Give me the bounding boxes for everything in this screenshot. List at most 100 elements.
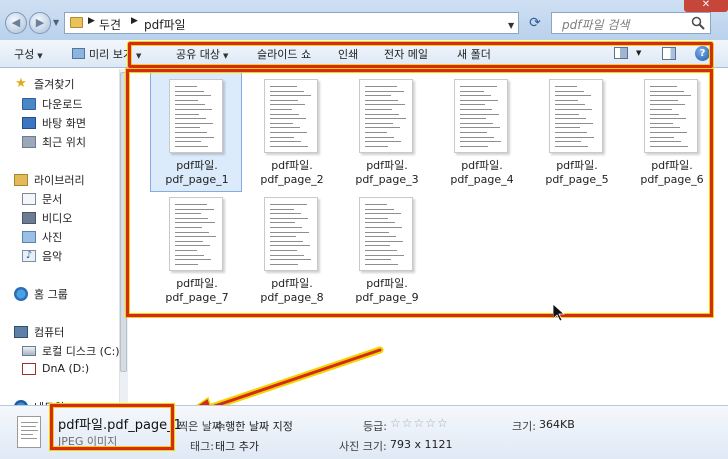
file-item[interactable]: pdf파일. pdf_page_2 <box>245 72 337 192</box>
file-name-line: pdf_page_7 <box>165 291 229 304</box>
change-view-icon[interactable] <box>614 47 628 59</box>
sidebar-item-favorites[interactable]: ★ 즐겨찾기 <box>14 76 74 92</box>
back-button[interactable]: ◀ <box>5 12 27 34</box>
detail-dimensions-label: 사진 크기: <box>339 440 387 453</box>
file-list: pdf파일. pdf_page_1 pdf파일. pdf_page_2 pdf파일. pd… <box>128 69 728 405</box>
preview-button[interactable]: 미리 보기 ▼ <box>72 46 141 62</box>
preview-pane-icon[interactable] <box>662 47 676 60</box>
sidebar-item-documents[interactable]: 문서 <box>22 191 62 207</box>
file-item[interactable]: pdf파일. pdf_page_7 <box>150 190 242 310</box>
image-thumbnail-icon <box>169 197 223 271</box>
detail-rating-label: 등급: <box>363 420 387 433</box>
help-icon[interactable]: ? <box>695 46 710 61</box>
file-name-line: pdf_page_1 <box>165 173 229 186</box>
image-thumbnail-icon <box>644 79 698 153</box>
desktop-icon <box>22 117 36 129</box>
sidebar-item-recent-places[interactable]: 최근 위치 <box>22 134 86 150</box>
address-dropdown-icon[interactable]: ▼ <box>508 21 514 30</box>
breadcrumb-chevron-icon[interactable]: ▶ <box>131 16 138 26</box>
detail-date-value[interactable]: 수행한 날짜 지정 <box>215 418 293 434</box>
file-name-line: pdf파일. <box>271 159 313 172</box>
view-dropdown-icon[interactable]: ▼ <box>636 49 641 57</box>
file-name-line: pdf_page_5 <box>545 173 609 186</box>
sidebar-item-videos[interactable]: 비디오 <box>22 210 72 226</box>
organize-label: 구성 <box>14 48 35 61</box>
organize-button[interactable]: 구성 ▼ <box>14 46 43 62</box>
sidebar-label: 바탕 화면 <box>42 117 86 130</box>
file-name-line: pdf_page_3 <box>355 173 419 186</box>
sidebar-item-desktop[interactable]: 바탕 화면 <box>22 115 86 131</box>
file-name-line: pdf파일. <box>366 277 408 290</box>
file-item[interactable]: pdf파일. pdf_page_8 <box>245 190 337 310</box>
sidebar-item-pictures[interactable]: 사진 <box>22 229 62 245</box>
file-item[interactable]: pdf파일. pdf_page_1 <box>150 72 242 192</box>
email-button[interactable]: 전자 메일 <box>384 46 428 62</box>
detail-tag-value[interactable]: 태그 추가 <box>215 438 259 454</box>
sidebar-item-dna-drive[interactable]: DnA (D:) <box>22 362 89 375</box>
print-button[interactable]: 인쇄 <box>338 46 358 62</box>
breadcrumb-item[interactable]: pdf파일 <box>144 16 186 33</box>
share-button[interactable]: 공유 대상 ▼ <box>176 46 228 62</box>
sidebar-label: DnA (D:) <box>42 362 90 375</box>
sidebar-item-downloads[interactable]: 다운로드 <box>22 96 82 112</box>
file-name-line: pdf파일. <box>366 159 408 172</box>
sidebar-label: 문서 <box>42 193 63 206</box>
sidebar-label: 음악 <box>42 250 63 263</box>
sidebar-label: 홈 그룹 <box>34 288 68 301</box>
search-placeholder: pdf파일 검색 <box>562 18 630 32</box>
sidebar-label: 사진 <box>42 231 63 244</box>
mouse-cursor-icon <box>553 304 565 322</box>
file-item[interactable]: pdf파일. pdf_page_4 <box>435 72 527 192</box>
file-name-line: pdf_page_2 <box>260 173 324 186</box>
downloads-folder-icon <box>22 98 36 110</box>
detail-filename: pdf파일.pdf_page_1 <box>58 418 182 433</box>
search-icon[interactable] <box>691 16 705 30</box>
library-icon <box>14 174 28 186</box>
file-item[interactable]: pdf파일. pdf_page_5 <box>530 72 622 192</box>
video-icon <box>22 212 36 224</box>
sidebar-label: 라이브러리 <box>34 174 85 187</box>
sidebar-item-music[interactable]: ♪ 음악 <box>22 248 62 264</box>
search-input[interactable]: pdf파일 검색 <box>551 12 711 34</box>
file-name-line: pdf_page_6 <box>640 173 704 186</box>
sidebar-item-local-disk[interactable]: 로컬 디스크 (C:) <box>22 343 120 359</box>
file-name-line: pdf파일. <box>461 159 503 172</box>
new-folder-button[interactable]: 새 폴더 <box>457 46 491 62</box>
star-icon: ★ <box>15 76 27 91</box>
detail-size-label: 크기: <box>512 420 536 433</box>
sidebar-item-homegroup[interactable]: 홈 그룹 <box>14 286 68 302</box>
dropdown-arrow-icon: ▼ <box>135 52 142 60</box>
image-thumbnail-icon <box>549 79 603 153</box>
address-bar-area: ◀ ▶ ▼ ▶ 두견 ▶ pdf파일 ▼ ⟳ pdf파일 검색 ✕ <box>0 0 728 40</box>
close-window-button[interactable]: ✕ <box>684 0 728 12</box>
breadcrumb-item[interactable]: 두견 <box>99 16 121 33</box>
refresh-icon[interactable]: ⟳ <box>525 13 545 33</box>
file-name-line: pdf_page_9 <box>355 291 419 304</box>
removable-drive-icon <box>22 362 36 375</box>
breadcrumb-chevron-icon[interactable]: ▶ <box>88 16 95 26</box>
sidebar-scrollbar-thumb[interactable] <box>120 72 127 372</box>
file-item[interactable]: pdf파일. pdf_page_6 <box>625 72 717 192</box>
music-icon: ♪ <box>22 250 36 262</box>
image-thumbnail-icon <box>359 79 413 153</box>
dropdown-arrow-icon: ▼ <box>37 52 43 60</box>
rating-stars[interactable]: ☆☆☆☆☆ <box>390 416 449 430</box>
file-item[interactable]: pdf파일. pdf_page_3 <box>340 72 432 192</box>
detail-filetype: JPEG 이미지 <box>58 435 118 448</box>
sidebar-item-libraries[interactable]: 라이브러리 <box>14 172 85 188</box>
sidebar-item-computer[interactable]: 컴퓨터 <box>14 324 64 340</box>
command-bar: 구성 ▼ 미리 보기 ▼ 공유 대상 ▼ 슬라이드 쇼 인쇄 전자 메일 새 폴더 ▼… <box>0 40 728 68</box>
pictures-icon <box>22 231 36 243</box>
slideshow-button[interactable]: 슬라이드 쇼 <box>257 46 311 62</box>
address-field[interactable]: ▶ 두견 ▶ pdf파일 <box>64 12 519 34</box>
recent-places-icon <box>22 136 36 148</box>
file-thumbnail-icon <box>17 416 41 448</box>
sidebar-label: 비디오 <box>42 212 73 225</box>
recent-pages-dropdown-icon[interactable]: ▼ <box>53 18 59 27</box>
image-thumbnail-icon <box>359 197 413 271</box>
dropdown-arrow-icon: ▼ <box>222 52 229 60</box>
share-label: 공유 대상 <box>176 48 220 61</box>
file-item[interactable]: pdf파일. pdf_page_9 <box>340 190 432 310</box>
sidebar-label: 즐겨찾기 <box>34 78 75 91</box>
forward-button[interactable]: ▶ <box>29 12 51 34</box>
